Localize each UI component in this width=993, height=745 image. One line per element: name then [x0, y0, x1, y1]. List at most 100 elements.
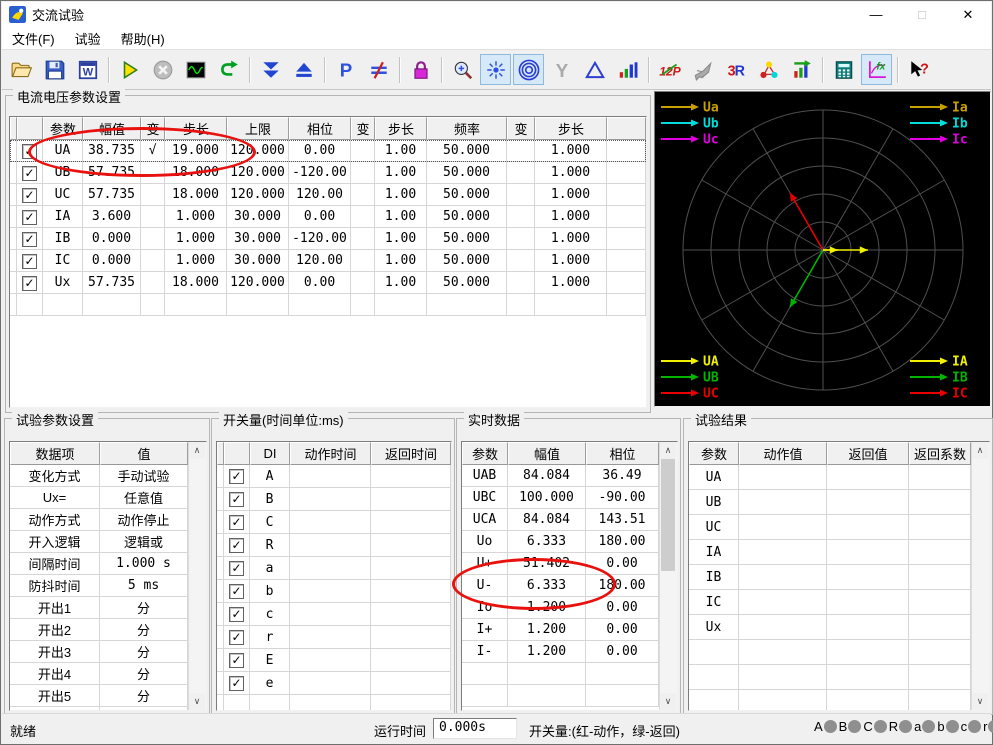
wye-connection-button[interactable]: Y: [546, 54, 577, 85]
scroll-down-arrow[interactable]: ∨: [660, 693, 676, 710]
param-value-cell[interactable]: 50.000: [427, 184, 507, 206]
switch-checkbox[interactable]: ✓: [229, 538, 244, 553]
report-export-button[interactable]: W: [72, 54, 103, 85]
switch-row[interactable]: ✓b: [217, 580, 451, 603]
param-value-cell[interactable]: [141, 206, 165, 228]
param-value-cell[interactable]: [351, 228, 375, 250]
switch-checkbox[interactable]: ✓: [229, 515, 244, 530]
switch-row[interactable]: ✓E: [217, 649, 451, 672]
param-value-cell[interactable]: [141, 184, 165, 206]
switch-row[interactable]: ✓c: [217, 603, 451, 626]
param-value-cell[interactable]: 1.000: [535, 206, 607, 228]
scroll-up-arrow[interactable]: ∧: [972, 442, 988, 459]
param-value-cell[interactable]: 1.00: [375, 228, 427, 250]
test-param-row[interactable]: 开出4分: [10, 663, 188, 685]
param-value-cell[interactable]: 0.000: [83, 250, 141, 272]
param-row-checkbox[interactable]: ✓: [22, 144, 37, 159]
param-value-cell[interactable]: [351, 206, 375, 228]
test-param-value-cell[interactable]: 分: [100, 619, 188, 641]
param-value-cell[interactable]: 1.000: [535, 272, 607, 294]
param-value-cell[interactable]: [507, 272, 535, 294]
param-value-cell[interactable]: [141, 250, 165, 272]
param-value-cell[interactable]: 18.000: [165, 184, 227, 206]
param-row[interactable]: ✓IB0.0001.00030.000-120.001.0050.0001.00…: [10, 228, 646, 250]
test-param-value-cell[interactable]: 分: [100, 707, 188, 711]
test-param-row[interactable]: 防抖时间5 ms: [10, 575, 188, 597]
target-view-button[interactable]: [513, 54, 544, 85]
switch-row[interactable]: ✓B: [217, 488, 451, 511]
param-value-cell[interactable]: [351, 162, 375, 184]
test-param-value-cell[interactable]: 5 ms: [100, 575, 188, 597]
test-param-row[interactable]: 动作方式动作停止: [10, 509, 188, 531]
switch-checkbox[interactable]: ✓: [229, 630, 244, 645]
param-value-cell[interactable]: 1.00: [375, 140, 427, 162]
phase-diff-button[interactable]: [363, 54, 394, 85]
test-param-value-cell[interactable]: 动作停止: [100, 509, 188, 531]
harmonics-button[interactable]: [612, 54, 643, 85]
waveform-button[interactable]: [180, 54, 211, 85]
open-file-button[interactable]: [6, 54, 37, 85]
param-value-cell[interactable]: 57.735: [83, 162, 141, 184]
switch-checkbox[interactable]: ✓: [229, 607, 244, 622]
param-value-cell[interactable]: 18.000: [165, 162, 227, 184]
param-value-cell[interactable]: 18.000: [165, 272, 227, 294]
twelve-p-button[interactable]: 12P: [654, 54, 685, 85]
param-value-cell[interactable]: [141, 228, 165, 250]
test-param-row[interactable]: Ux=任意值: [10, 487, 188, 509]
test-param-row[interactable]: 开出2分: [10, 619, 188, 641]
param-row[interactable]: ✓IC0.0001.00030.000120.001.0050.0001.000: [10, 250, 646, 272]
param-value-cell[interactable]: 0.00: [289, 140, 351, 162]
switch-checkbox[interactable]: ✓: [229, 469, 244, 484]
param-value-cell[interactable]: 1.000: [535, 140, 607, 162]
param-value-cell[interactable]: 50.000: [427, 250, 507, 272]
param-value-cell[interactable]: 50.000: [427, 206, 507, 228]
switch-row[interactable]: ✓a: [217, 557, 451, 580]
minimize-button[interactable]: —: [853, 2, 899, 27]
param-value-cell[interactable]: [141, 162, 165, 184]
test-param-row[interactable]: 开出1分: [10, 597, 188, 619]
output-sequence-button[interactable]: [786, 54, 817, 85]
context-help-button[interactable]: ?: [903, 54, 934, 85]
param-value-cell[interactable]: -120.00: [289, 162, 351, 184]
param-value-cell[interactable]: 1.000: [535, 250, 607, 272]
param-value-cell[interactable]: 1.00: [375, 206, 427, 228]
rocket-button[interactable]: [687, 54, 718, 85]
switch-row[interactable]: ✓r: [217, 626, 451, 649]
param-value-cell[interactable]: 57.735: [83, 184, 141, 206]
param-value-cell[interactable]: 1.000: [535, 228, 607, 250]
param-value-cell[interactable]: [507, 184, 535, 206]
test-param-row[interactable]: 开入逻辑逻辑或: [10, 531, 188, 553]
param-value-cell[interactable]: 1.00: [375, 272, 427, 294]
param-value-cell[interactable]: 50.000: [427, 228, 507, 250]
param-value-cell[interactable]: 1.000: [165, 228, 227, 250]
switch-checkbox[interactable]: ✓: [229, 653, 244, 668]
param-row[interactable]: ✓UA38.735√19.000120.0000.001.0050.0001.0…: [10, 140, 646, 162]
param-row-checkbox[interactable]: ✓: [22, 166, 37, 181]
step-down-button[interactable]: [255, 54, 286, 85]
test-param-value-cell[interactable]: 分: [100, 597, 188, 619]
param-value-cell[interactable]: [507, 140, 535, 162]
param-row[interactable]: ✓Ux57.73518.000120.0000.001.0050.0001.00…: [10, 272, 646, 294]
param-value-cell[interactable]: 0.00: [289, 206, 351, 228]
power-p-button[interactable]: P: [330, 54, 361, 85]
scroll-up-arrow[interactable]: ∧: [189, 442, 205, 459]
param-value-cell[interactable]: [351, 184, 375, 206]
param-value-cell[interactable]: 120.000: [227, 162, 289, 184]
vector-group-button[interactable]: [753, 54, 784, 85]
close-button[interactable]: ✕: [945, 2, 991, 27]
test-param-value-cell[interactable]: 逻辑或: [100, 531, 188, 553]
param-value-cell[interactable]: 120.000: [227, 184, 289, 206]
param-value-cell[interactable]: 3.600: [83, 206, 141, 228]
test-param-row[interactable]: 开出3分: [10, 641, 188, 663]
stop-test-button[interactable]: [147, 54, 178, 85]
menu-test[interactable]: 试验: [65, 27, 111, 50]
switch-row[interactable]: ✓C: [217, 511, 451, 534]
menu-file[interactable]: 文件(F): [2, 27, 65, 50]
param-value-cell[interactable]: 1.000: [535, 184, 607, 206]
param-value-cell[interactable]: 30.000: [227, 250, 289, 272]
zoom-button[interactable]: [447, 54, 478, 85]
realtime-scrollbar[interactable]: ∧∨: [659, 442, 677, 710]
switch-checkbox[interactable]: ✓: [229, 561, 244, 576]
param-value-cell[interactable]: [507, 250, 535, 272]
param-value-cell[interactable]: [351, 250, 375, 272]
